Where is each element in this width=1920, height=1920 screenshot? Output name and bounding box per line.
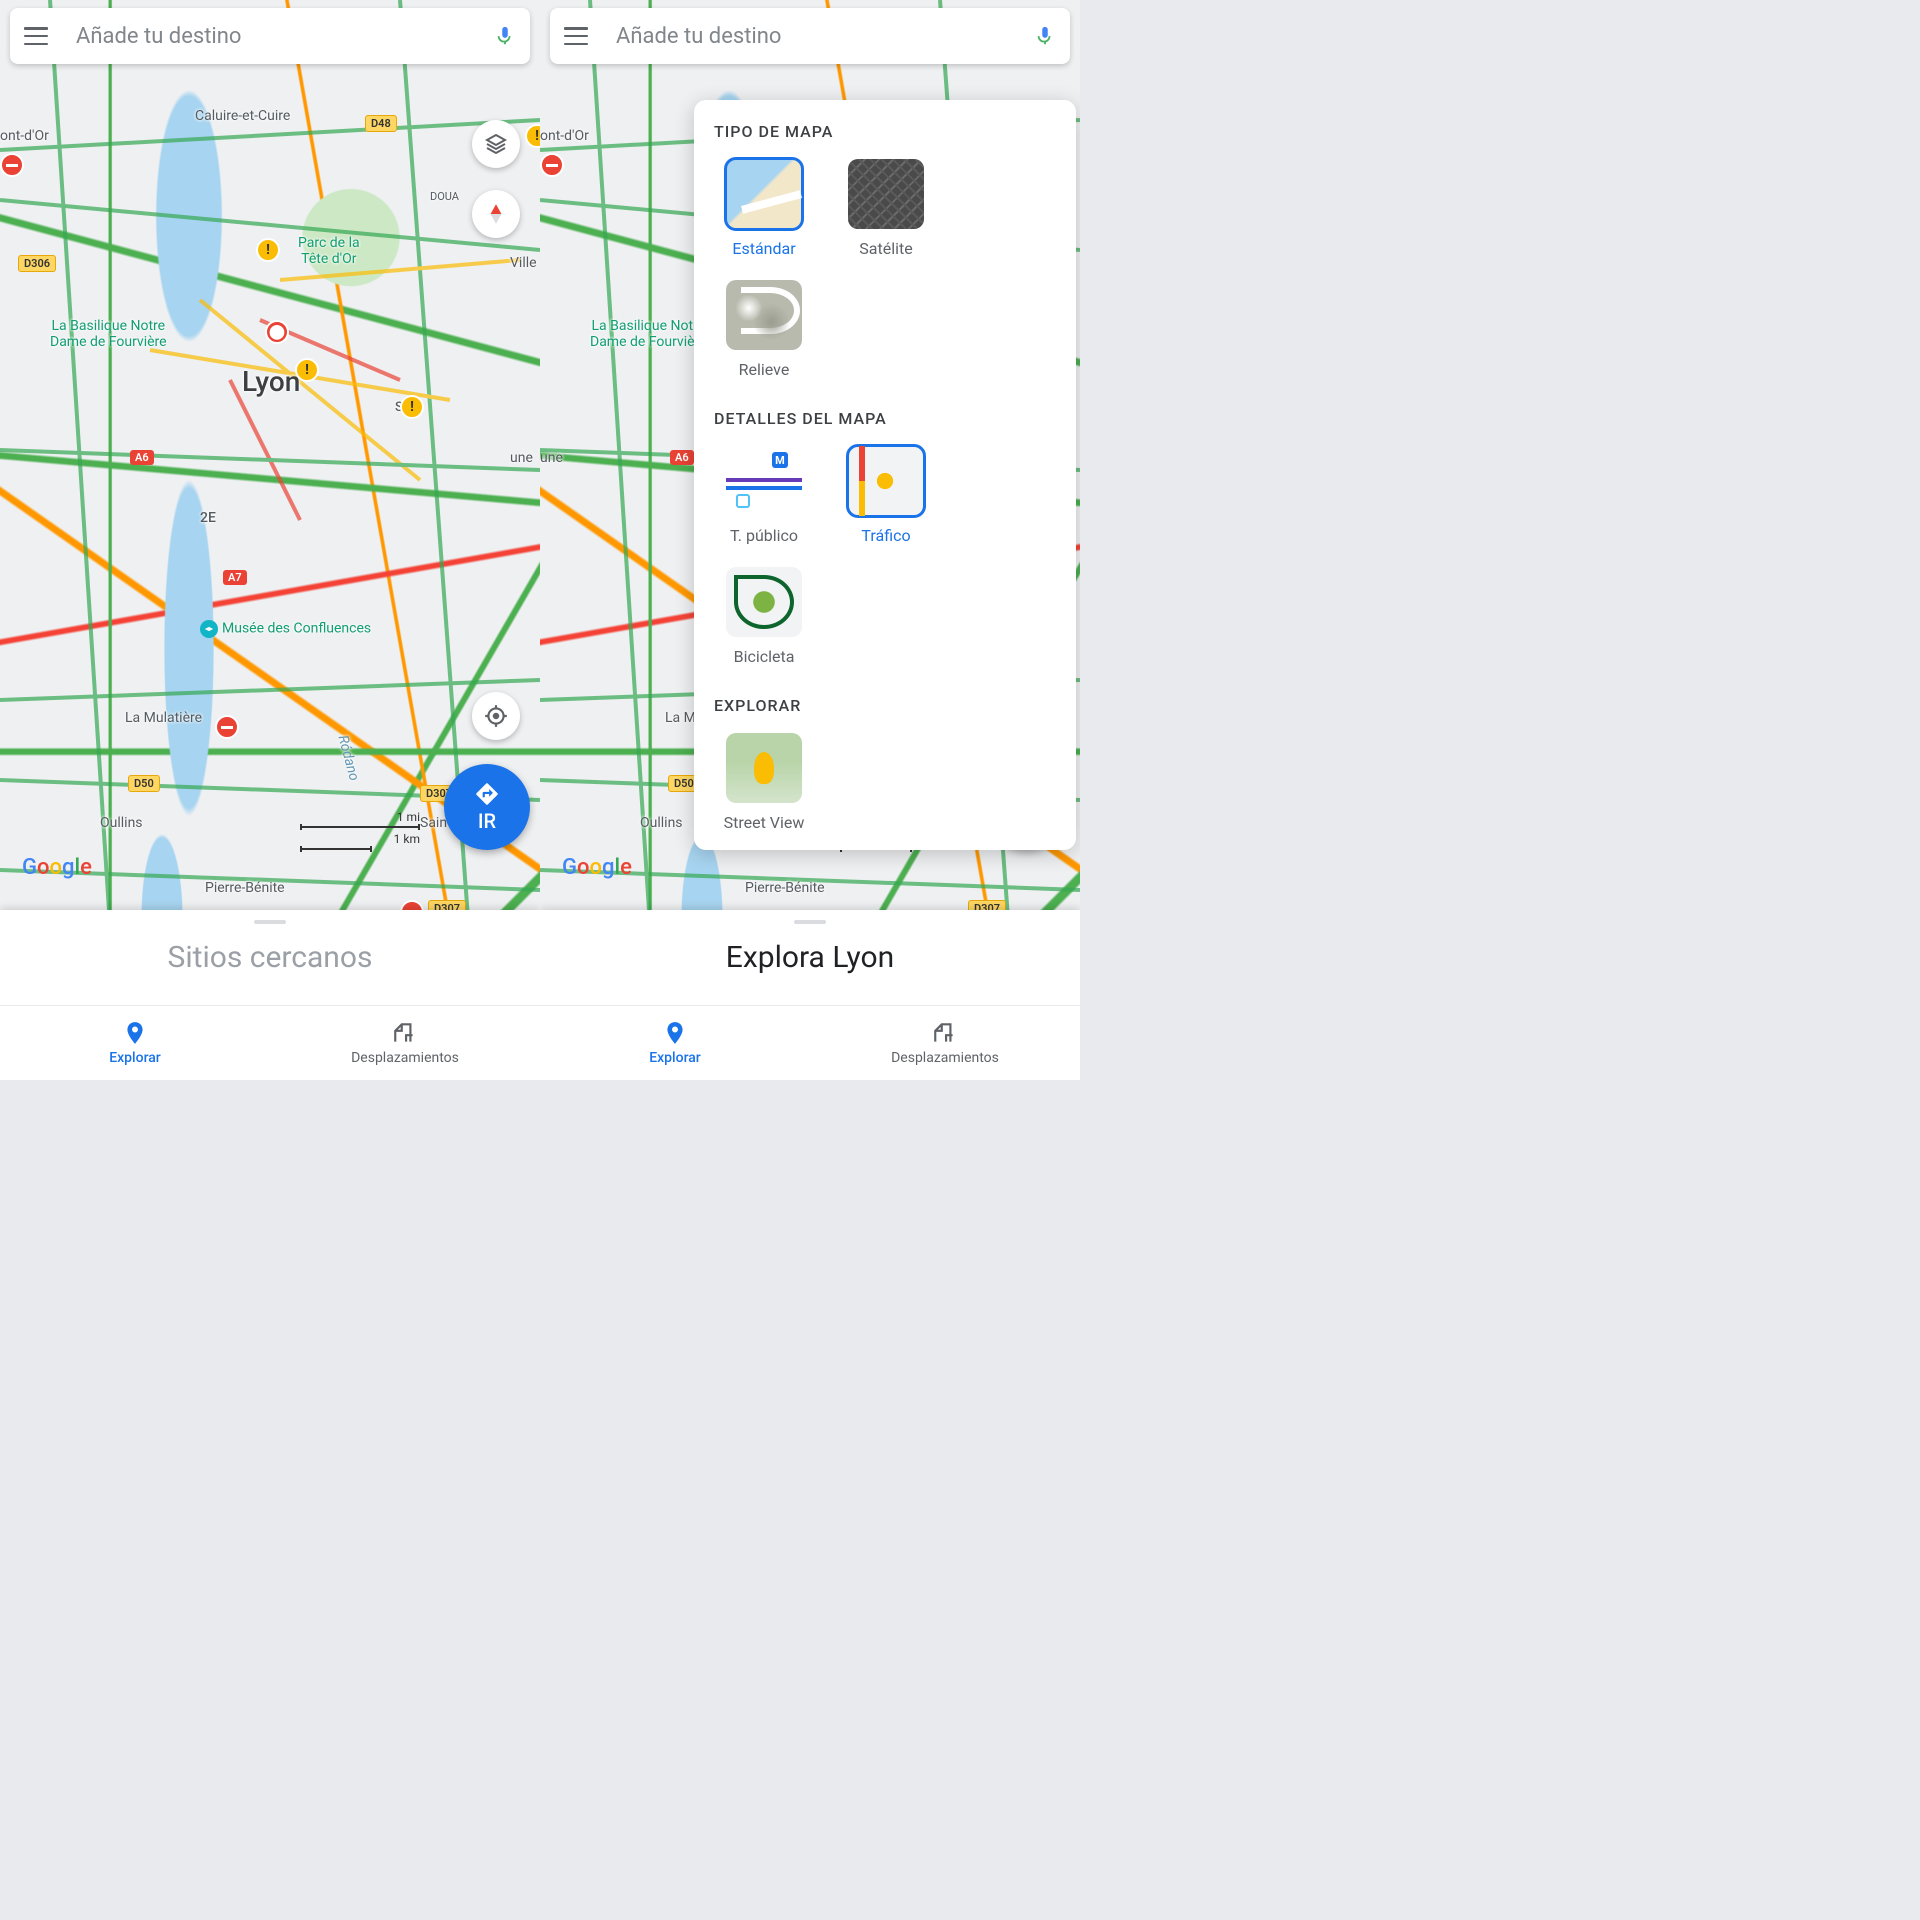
google-logo: Google [562, 854, 632, 880]
panel-explore-title: EXPLORAR [714, 696, 1056, 715]
label-pierrebenite: Pierre-Bénite [205, 880, 285, 896]
shield-d306: D306 [18, 255, 56, 272]
search-placeholder: Añade tu destino [76, 24, 494, 49]
label-une: une [510, 450, 533, 466]
thumb-transit [726, 446, 802, 516]
shield-a6: A6 [670, 450, 694, 465]
shield-d48: D48 [365, 115, 397, 132]
incident-icon[interactable]: ! [295, 358, 319, 382]
detail-traffic[interactable]: Tráfico [836, 446, 936, 545]
search-bar[interactable]: Añade tu destino [550, 8, 1070, 64]
google-logo: Google [22, 854, 92, 880]
right-screenshot: Añade tu destino IR ont-d'Or La Basiliqu… [540, 0, 1080, 1080]
nav-commute[interactable]: Desplazamientos [810, 1006, 1080, 1080]
voice-search-icon[interactable] [494, 25, 516, 47]
thumb-satellite [848, 159, 924, 229]
go-label: IR [478, 809, 496, 833]
label-oullins: Oullins [100, 815, 143, 831]
search-bar[interactable]: Añade tu destino [10, 8, 530, 64]
nav-explore[interactable]: Explorar [0, 1006, 270, 1080]
label-oullins: Oullins [640, 815, 683, 831]
thumb-terrain [726, 280, 802, 350]
explore-streetview[interactable]: Street View [714, 733, 814, 832]
bottom-nav: Explorar Desplazamientos [540, 1005, 1080, 1080]
panel-maptype-title: TIPO DE MAPA [714, 122, 1056, 141]
label-mulatiere: La Mulatière [125, 710, 202, 726]
label-une: une [540, 450, 563, 466]
panel-details-title: DETALLES DEL MAPA [714, 409, 1056, 428]
sheet-title: Sitios cercanos [168, 940, 373, 975]
menu-icon[interactable] [24, 27, 48, 45]
search-placeholder: Añade tu destino [616, 24, 1034, 49]
label-ontdor: ont-d'Or [540, 128, 589, 144]
label-doua: DOUA [430, 190, 459, 203]
noentry-icon[interactable] [540, 153, 564, 177]
nav-explore[interactable]: Explorar [540, 1006, 810, 1080]
label-parctete: Parc de la Tête d'Or [298, 235, 360, 267]
layers-panel: TIPO DE MAPA Estándar Satélite Relieve D… [694, 100, 1076, 850]
label-2e: 2E [200, 510, 216, 526]
incident-icon[interactable]: ⬤ [265, 320, 289, 344]
thumb-traffic [848, 446, 924, 516]
incident-icon[interactable]: ! [400, 395, 424, 419]
voice-search-icon[interactable] [1034, 25, 1056, 47]
thumb-bike [726, 567, 802, 637]
sheet-title: Explora Lyon [726, 940, 894, 975]
label-lyon: Lyon [242, 365, 300, 398]
maptype-terrain[interactable]: Relieve [714, 280, 814, 379]
bottom-sheet[interactable]: Explora Lyon [540, 910, 1080, 1005]
shield-d50: D50 [128, 775, 160, 792]
shield-a6: A6 [130, 450, 154, 465]
menu-icon[interactable] [564, 27, 588, 45]
detail-bike[interactable]: Bicicleta [714, 567, 814, 666]
label-basilique: La Basilique Notre Dame de Fourvière [590, 318, 707, 350]
map-scale: 1 mi 1 km [300, 810, 420, 850]
shield-a7: A7 [223, 570, 247, 585]
label-pierrebenite: Pierre-Bénite [745, 880, 825, 896]
label-ontdor: ont-d'Or [0, 128, 49, 144]
bottom-nav: Explorar Desplazamientos [0, 1005, 540, 1080]
incident-icon[interactable]: ! [256, 238, 280, 262]
sheet-drag-handle[interactable] [254, 920, 286, 924]
thumb-standard [726, 159, 802, 229]
detail-transit[interactable]: T. público [714, 446, 814, 545]
bottom-sheet[interactable]: Sitios cercanos [0, 910, 540, 1005]
my-location-button[interactable] [472, 692, 520, 740]
thumb-streetview [726, 733, 802, 803]
label-ville: Ville [510, 255, 537, 271]
maptype-satellite[interactable]: Satélite [836, 159, 936, 258]
label-basilique: La Basilique Notre Dame de Fourvière [50, 318, 167, 350]
nav-commute[interactable]: Desplazamientos [270, 1006, 540, 1080]
layers-button[interactable] [472, 120, 520, 168]
directions-go-button[interactable]: IR [444, 764, 530, 850]
compass-button[interactable] [472, 190, 520, 238]
sheet-drag-handle[interactable] [794, 920, 826, 924]
noentry-icon[interactable] [0, 153, 24, 177]
left-screenshot: Añade tu destino IR Caluire-et-Cuire ont… [0, 0, 540, 1080]
noentry-icon[interactable] [215, 715, 239, 739]
maptype-standard[interactable]: Estándar [714, 159, 814, 258]
label-caluire: Caluire-et-Cuire [195, 108, 290, 124]
label-confluences: Musée des Confluences [200, 620, 371, 638]
